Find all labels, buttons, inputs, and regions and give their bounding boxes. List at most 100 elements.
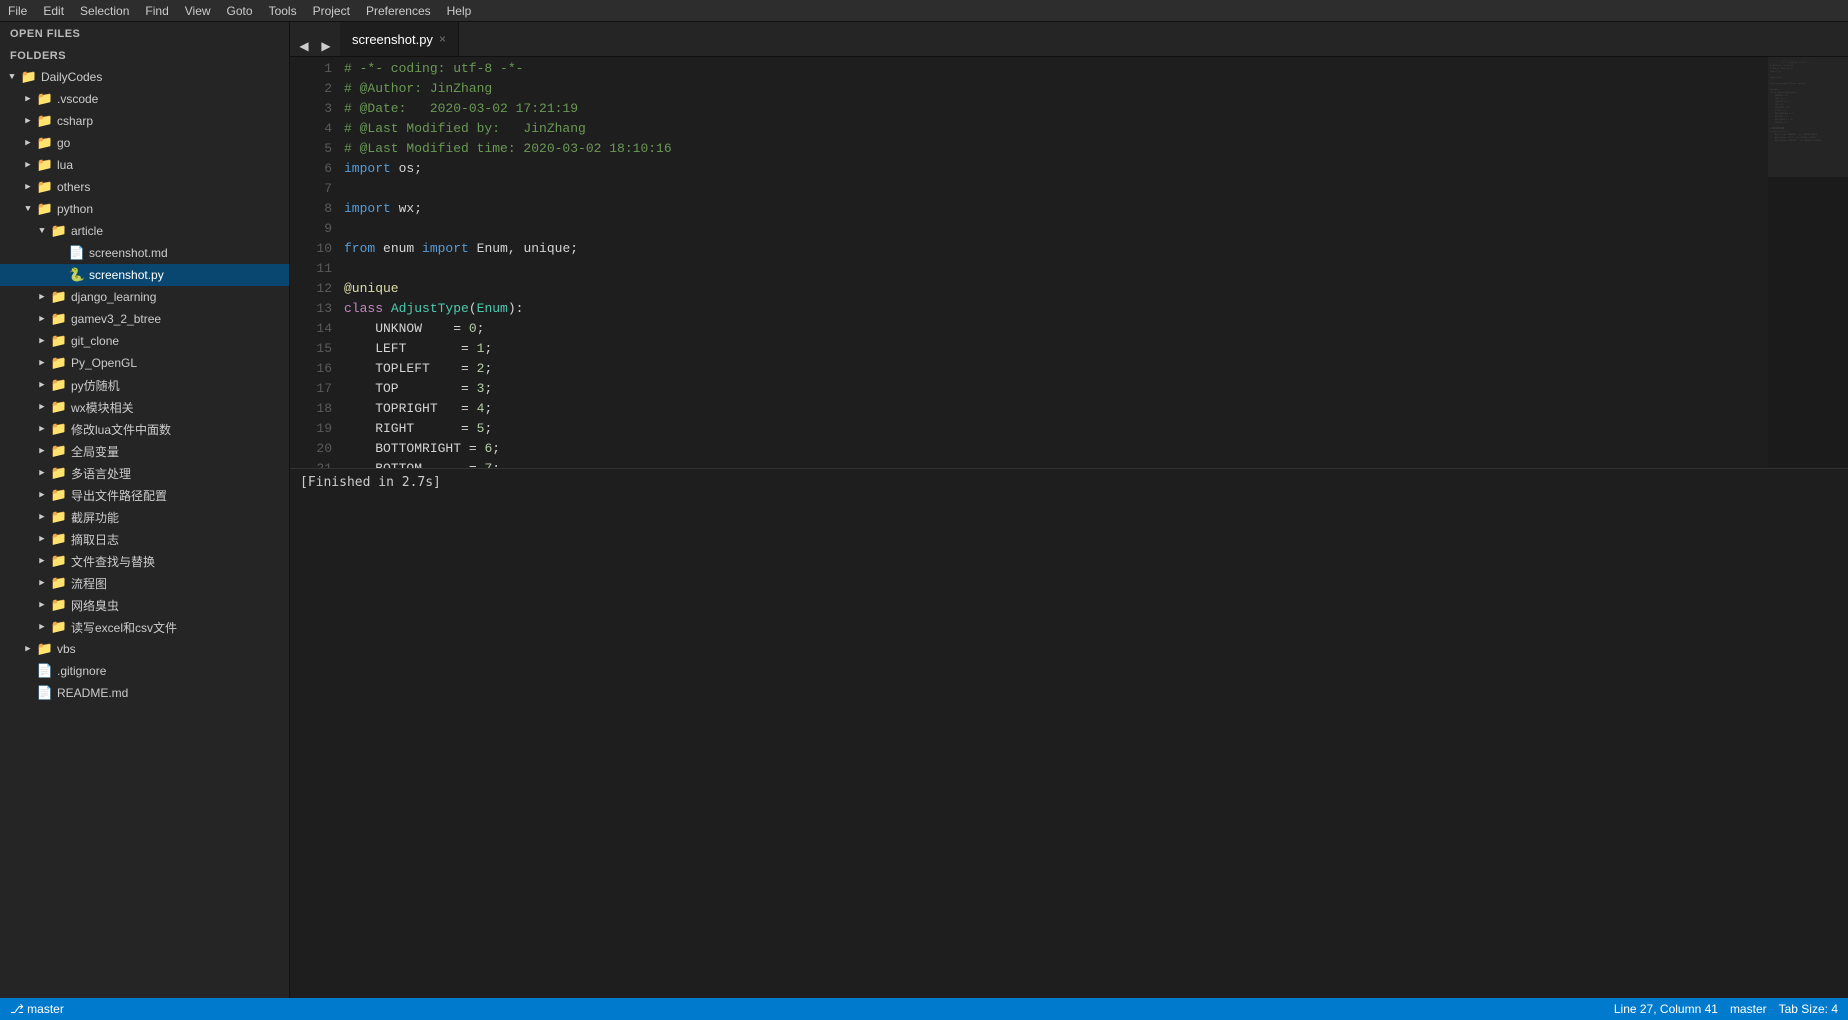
folder-icon: 📁 — [36, 178, 54, 196]
sidebar-item-label: 网络臭虫 — [68, 597, 289, 614]
sidebar-item-label: DailyCodes — [38, 70, 289, 84]
terminal-output: [Finished in 2.7s] — [300, 475, 441, 490]
sidebar-item-screenshot-func[interactable]: ▶ 📁 截屏功能 — [0, 506, 289, 528]
minimap-viewport — [1768, 57, 1848, 177]
menu-tools[interactable]: Tools — [269, 4, 297, 18]
sidebar-item-vscode[interactable]: ▶ 📁 .vscode — [0, 88, 289, 110]
status-branch[interactable]: ⎇ master — [10, 1002, 64, 1016]
status-line-col: Line 27, Column 41 — [1614, 1002, 1718, 1016]
tab-next-arrow[interactable]: ▶ — [316, 36, 336, 56]
sidebar-item-label: wx模块相关 — [68, 399, 289, 416]
folder-icon: 📁 — [50, 332, 68, 350]
code-line-6: import os; — [344, 159, 1768, 179]
folder-icon: 📁 — [36, 90, 54, 108]
arrow-icon: ▶ — [34, 487, 50, 503]
menu-project[interactable]: Project — [313, 4, 350, 18]
sidebar-item-label: django_learning — [68, 290, 289, 304]
arrow-icon: ▶ — [20, 113, 36, 129]
folder-icon: 📁 — [50, 222, 68, 240]
code-line-1: # -*- coding: utf-8 -*- — [344, 59, 1768, 79]
status-left: ⎇ master — [10, 1002, 64, 1016]
sidebar-item-article[interactable]: ▼ 📁 article — [0, 220, 289, 242]
status-tab-size: Tab Size: 4 — [1779, 1002, 1838, 1016]
arrow-icon: ▶ — [34, 619, 50, 635]
code-line-19: RIGHT = 5; — [344, 419, 1768, 439]
sidebar-item-flowchart[interactable]: ▶ 📁 流程图 — [0, 572, 289, 594]
menu-preferences[interactable]: Preferences — [366, 4, 431, 18]
folder-icon: 📁 — [50, 464, 68, 482]
sidebar-item-git[interactable]: ▶ 📁 git_clone — [0, 330, 289, 352]
sidebar-item-label: article — [68, 224, 289, 238]
sidebar-item-label: csharp — [54, 114, 289, 128]
arrow-icon: ▼ — [4, 69, 20, 85]
code-line-20: BOTTOMRIGHT = 6; — [344, 439, 1768, 459]
code-line-10: from enum import Enum, unique; — [344, 239, 1768, 259]
code-editor[interactable]: # -*- coding: utf-8 -*-# @Author: JinZha… — [340, 57, 1768, 468]
folder-icon: 📁 — [50, 354, 68, 372]
terminal-panel: [Finished in 2.7s] — [290, 468, 1848, 588]
arrow-icon: ▶ — [34, 421, 50, 437]
sidebar-item-vbs[interactable]: ▶ 📁 vbs — [0, 638, 289, 660]
sidebar-item-log[interactable]: ▶ 📁 摘取日志 — [0, 528, 289, 550]
folder-icon: 📁 — [36, 640, 54, 658]
sidebar-item-networkbug[interactable]: ▶ 📁 网络臭虫 — [0, 594, 289, 616]
tab-screenshot-py[interactable]: screenshot.py × — [340, 22, 459, 56]
sidebar-item-go[interactable]: ▶ 📁 go — [0, 132, 289, 154]
folder-icon: 📁 — [50, 508, 68, 526]
sidebar-item-gitignore[interactable]: ▶ 📄 .gitignore — [0, 660, 289, 682]
sidebar-item-pyrandom[interactable]: ▶ 📁 py仿随机 — [0, 374, 289, 396]
sidebar-item-excel[interactable]: ▶ 📁 读写excel和csv文件 — [0, 616, 289, 638]
arrow-icon: ▶ — [34, 597, 50, 613]
menu-goto[interactable]: Goto — [227, 4, 253, 18]
sidebar-item-pyopengl[interactable]: ▶ 📁 Py_OpenGL — [0, 352, 289, 374]
minimap: # -*- coding: utf-8 -*- # @Author: JinZh… — [1768, 57, 1848, 468]
sidebar-item-django[interactable]: ▶ 📁 django_learning — [0, 286, 289, 308]
tab-prev-arrow[interactable]: ◀ — [294, 36, 314, 56]
code-container: 1234567891011121314151617181920212223242… — [290, 57, 1848, 468]
sidebar-item-export-path[interactable]: ▶ 📁 导出文件路径配置 — [0, 484, 289, 506]
arrow-icon: ▶ — [20, 135, 36, 151]
open-files-header: OPEN FILES — [0, 22, 289, 44]
sidebar-item-csharp[interactable]: ▶ 📁 csharp — [0, 110, 289, 132]
folder-icon: 📁 — [50, 288, 68, 306]
sidebar-item-others[interactable]: ▶ 📁 others — [0, 176, 289, 198]
sidebar-item-label: python — [54, 202, 289, 216]
menu-view[interactable]: View — [185, 4, 211, 18]
sidebar-item-python[interactable]: ▼ 📁 python — [0, 198, 289, 220]
sidebar-item-label: lua — [54, 158, 289, 172]
sidebar-item-global-var[interactable]: ▶ 📁 全局变量 — [0, 440, 289, 462]
arrow-icon: ▶ — [34, 443, 50, 459]
menu-edit[interactable]: Edit — [43, 4, 64, 18]
folder-icon: 📁 — [50, 310, 68, 328]
sidebar-item-screenshot-py[interactable]: ▶ 🐍 screenshot.py — [0, 264, 289, 286]
sidebar-item-label: README.md — [54, 686, 289, 700]
sidebar-item-game[interactable]: ▶ 📁 gamev3_2_btree — [0, 308, 289, 330]
sidebar-item-lua-mod[interactable]: ▶ 📁 修改lua文件中面数 — [0, 418, 289, 440]
menu-help[interactable]: Help — [447, 4, 472, 18]
sidebar-item-dailycodes[interactable]: ▼ 📁 DailyCodes — [0, 66, 289, 88]
tabs-bar: ◀ ▶ screenshot.py × — [290, 22, 1848, 57]
sidebar-item-label: 流程图 — [68, 575, 289, 592]
sidebar-item-readme[interactable]: ▶ 📄 README.md — [0, 682, 289, 704]
menu-file[interactable]: File — [8, 4, 27, 18]
code-line-18: TOPRIGHT = 4; — [344, 399, 1768, 419]
sidebar-item-wx[interactable]: ▶ 📁 wx模块相关 — [0, 396, 289, 418]
sidebar-tree[interactable]: ▼ 📁 DailyCodes ▶ 📁 .vscode ▶ 📁 csharp ▶ … — [0, 66, 289, 998]
sidebar-item-filesearch[interactable]: ▶ 📁 文件查找与替换 — [0, 550, 289, 572]
menu-selection[interactable]: Selection — [80, 4, 129, 18]
folder-icon: 📁 — [50, 552, 68, 570]
sidebar-item-multilang[interactable]: ▶ 📁 多语言处理 — [0, 462, 289, 484]
tab-close-button[interactable]: × — [439, 32, 446, 46]
sidebar-item-lua[interactable]: ▶ 📁 lua — [0, 154, 289, 176]
arrow-icon: ▶ — [34, 575, 50, 591]
sidebar-item-screenshot-md[interactable]: ▶ 📄 screenshot.md — [0, 242, 289, 264]
menu-find[interactable]: Find — [145, 4, 168, 18]
sidebar: OPEN FILES FOLDERS ▼ 📁 DailyCodes ▶ 📁 .v… — [0, 22, 290, 998]
status-bar: ⎇ master Line 27, Column 41 master Tab S… — [0, 998, 1848, 1020]
code-line-2: # @Author: JinZhang — [344, 79, 1768, 99]
code-line-3: # @Date: 2020-03-02 17:21:19 — [344, 99, 1768, 119]
code-line-11 — [344, 259, 1768, 279]
tab-label: screenshot.py — [352, 32, 433, 47]
folder-icon: 📁 — [50, 530, 68, 548]
arrow-icon: ▶ — [20, 179, 36, 195]
